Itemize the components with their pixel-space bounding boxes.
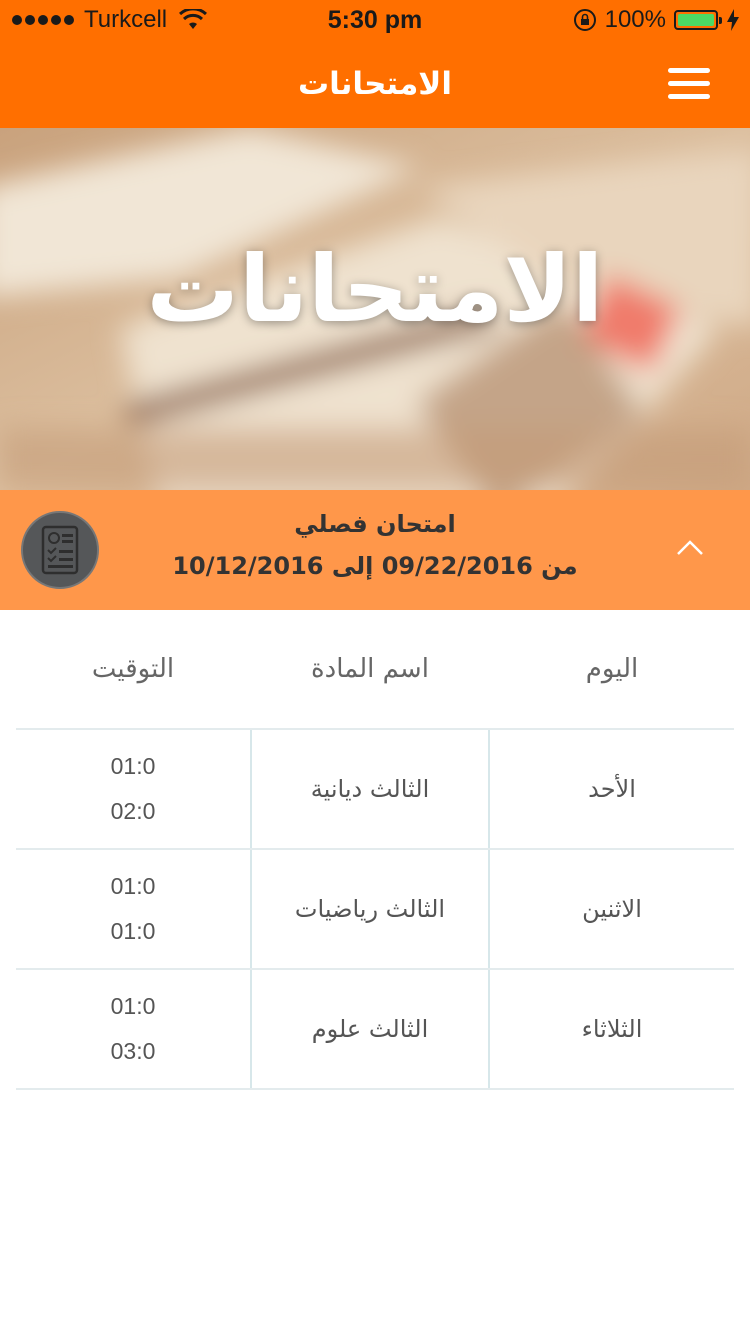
end-time: 02:0 — [110, 798, 156, 824]
cell-time: 01:0 01:0 — [16, 850, 250, 968]
navigation-bar: الامتحانات — [0, 40, 750, 128]
exam-date-range: من 09/22/2016 إلى 10/12/2016 — [172, 552, 578, 580]
table-header-row: اليوم اسم المادة التوقيت — [16, 610, 734, 730]
header-time: التوقيت — [91, 654, 175, 684]
page-title: الامتحانات — [298, 66, 452, 102]
start-time: 01:0 — [110, 873, 156, 899]
exam-section-header[interactable]: امتحان فصلي من 09/22/2016 إلى 10/12/2016 — [0, 490, 750, 610]
cell-subject: الثالث رياضيات — [250, 850, 490, 968]
hero-banner: الامتحانات — [0, 128, 750, 490]
table-row: الثلاثاء الثالث علوم 01:0 03:0 — [16, 970, 734, 1090]
menu-button[interactable] — [668, 66, 712, 102]
end-time: 01:0 — [110, 918, 156, 944]
battery-fill — [678, 14, 714, 26]
charging-bolt-icon — [727, 9, 739, 31]
cell-day: الثلاثاء — [581, 1015, 643, 1043]
start-time: 01:0 — [110, 753, 156, 779]
battery-icon — [674, 10, 722, 30]
table-row: الاثنين الثالث رياضيات 01:0 01:0 — [16, 850, 734, 970]
cell-day: الاثنين — [582, 895, 642, 923]
header-day: اليوم — [585, 654, 639, 684]
menu-icon-bar — [668, 94, 710, 99]
exam-schedule-table: اليوم اسم المادة التوقيت الأحد الثالث دي… — [16, 610, 734, 1090]
cell-day: الأحد — [588, 775, 636, 803]
rotation-lock-icon — [573, 9, 596, 31]
table-row: الأحد الثالث ديانية 01:0 02:0 — [16, 730, 734, 850]
exam-title: امتحان فصلي — [294, 510, 456, 538]
status-bar: Turkcell 5:30 pm 100% — [0, 0, 750, 40]
end-time: 03:0 — [110, 1038, 156, 1064]
status-right: 100% — [573, 6, 740, 34]
cell-subject: الثالث ديانية — [250, 730, 490, 848]
menu-icon-bar — [668, 81, 710, 86]
chevron-up-icon[interactable] — [676, 538, 704, 556]
cell-time: 01:0 02:0 — [16, 730, 250, 848]
cell-subject: الثالث علوم — [250, 970, 490, 1088]
header-subject: اسم المادة — [311, 654, 429, 684]
start-time: 01:0 — [110, 993, 156, 1019]
hero-title: الامتحانات — [146, 236, 604, 343]
menu-icon — [668, 68, 710, 73]
cell-time: 01:0 03:0 — [16, 970, 250, 1088]
battery-percent: 100% — [604, 6, 666, 33]
